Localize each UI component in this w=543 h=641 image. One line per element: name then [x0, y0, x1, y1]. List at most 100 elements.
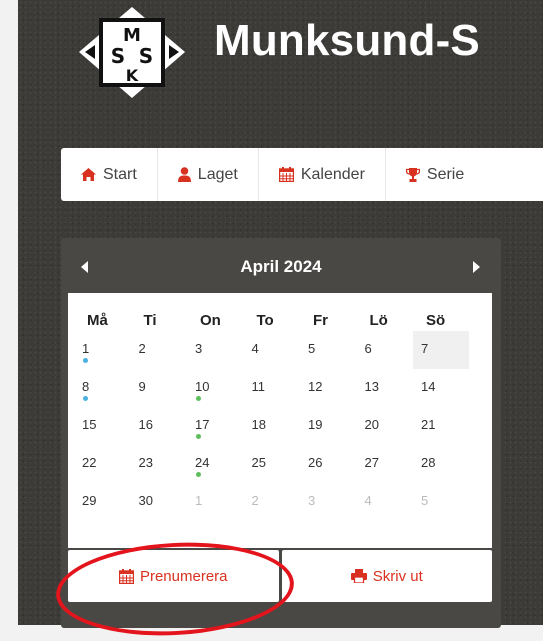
day-number: 14: [421, 379, 436, 394]
calendar-day[interactable]: 19: [300, 407, 356, 445]
event-dot: [196, 396, 201, 401]
print-button[interactable]: Skriv ut: [281, 550, 492, 602]
calendar-day[interactable]: 1: [187, 483, 243, 521]
calendar-day[interactable]: 1: [74, 331, 130, 369]
weekday-label: Fr: [313, 312, 328, 329]
event-dot: [83, 358, 88, 363]
calendar-day[interactable]: 12: [300, 369, 356, 407]
weekday-label: Lö: [369, 312, 388, 329]
club-logo[interactable]: M S S K: [77, 5, 187, 100]
calendar-day[interactable]: 14: [413, 369, 469, 407]
next-month-button[interactable]: [472, 258, 480, 278]
site-title[interactable]: Munksund-S: [214, 16, 480, 66]
calendar-icon: [278, 167, 294, 182]
calendar-day[interactable]: 5: [300, 331, 356, 369]
day-number: 1: [82, 341, 90, 356]
calendar-icon: [118, 568, 134, 584]
calendar-header: April 2024: [61, 238, 501, 293]
day-number: 19: [308, 417, 323, 432]
calendar-widget: April 2024 Må Ti On To Fr Lö Sö 12345678…: [61, 238, 501, 628]
day-number: 11: [251, 379, 266, 394]
calendar-grid: Må Ti On To Fr Lö Sö 1 2 3 4 5 6 7 8 9 10 11 12 13 14…: [68, 293, 492, 548]
day-number: 30: [138, 493, 153, 508]
print-label: Skriv ut: [372, 567, 423, 585]
calendar-day[interactable]: 25: [244, 445, 300, 483]
calendar-day[interactable]: 16: [131, 407, 187, 445]
day-number: 7: [421, 341, 429, 356]
nav-item-label: Laget: [197, 165, 238, 183]
calendar-day[interactable]: 30: [131, 483, 187, 521]
svg-text:S: S: [111, 44, 125, 68]
calendar-day[interactable]: 10: [187, 369, 243, 407]
weekday-header: Må Ti On To Fr Lö Sö: [68, 312, 492, 329]
calendar-day[interactable]: 26: [300, 445, 356, 483]
nav-item-start[interactable]: Start: [61, 148, 158, 201]
calendar-day[interactable]: 9: [131, 369, 187, 407]
calendar-day[interactable]: 3: [300, 483, 356, 521]
calendar-day[interactable]: 8: [74, 369, 130, 407]
day-number: 2: [138, 341, 146, 356]
calendar-day[interactable]: 4: [244, 331, 300, 369]
day-number: 27: [364, 455, 379, 470]
user-icon: [177, 167, 191, 182]
day-number: 2: [251, 493, 259, 508]
calendar-day[interactable]: 21: [413, 407, 469, 445]
calendar-day[interactable]: 2: [131, 331, 187, 369]
svg-text:M: M: [123, 25, 141, 46]
day-number: 22: [82, 455, 97, 470]
nav-item-label: Start: [103, 165, 137, 183]
day-number: 5: [421, 493, 429, 508]
weekday-label: Må: [87, 312, 108, 329]
day-number: 10: [195, 379, 210, 394]
calendar-day[interactable]: 4: [357, 483, 413, 521]
caret-right-icon: [473, 261, 480, 273]
day-number: 4: [364, 493, 372, 508]
day-number: 21: [421, 417, 436, 432]
event-dot: [196, 472, 201, 477]
home-icon: [81, 168, 96, 181]
calendar-footer: Prenumerera Skriv ut: [68, 550, 492, 602]
calendar-day[interactable]: 15: [74, 407, 130, 445]
day-number: 23: [138, 455, 153, 470]
svg-text:S: S: [139, 44, 153, 68]
calendar-day[interactable]: 22: [74, 445, 130, 483]
calendar-day[interactable]: 11: [244, 369, 300, 407]
day-number: 3: [308, 493, 316, 508]
weekday-label: On: [200, 312, 221, 329]
subscribe-label: Prenumerera: [139, 567, 228, 585]
day-number: 16: [138, 417, 153, 432]
day-number: 15: [82, 417, 97, 432]
calendar-day[interactable]: 13: [357, 369, 413, 407]
day-number: 8: [82, 379, 90, 394]
nav-item-laget[interactable]: Laget: [158, 148, 259, 201]
calendar-day[interactable]: 6: [357, 331, 413, 369]
calendar-day[interactable]: 23: [131, 445, 187, 483]
day-number: 6: [364, 341, 372, 356]
day-number: 24: [195, 455, 210, 470]
nav-item-kalender[interactable]: Kalender: [259, 148, 386, 201]
calendar-day[interactable]: 28: [413, 445, 469, 483]
main-navigation: Start Laget Kalender Serie: [61, 148, 543, 201]
calendar-day[interactable]: 18: [244, 407, 300, 445]
calendar-day[interactable]: 20: [357, 407, 413, 445]
day-number: 12: [308, 379, 323, 394]
subscribe-button[interactable]: Prenumerera: [68, 550, 279, 602]
svg-text:K: K: [126, 66, 139, 85]
nav-item-label: Kalender: [300, 165, 365, 183]
calendar-day[interactable]: 5: [413, 483, 469, 521]
day-number: 26: [308, 455, 323, 470]
calendar-day[interactable]: 7: [413, 331, 469, 369]
calendar-day[interactable]: 29: [74, 483, 130, 521]
nav-item-serie[interactable]: Serie: [386, 148, 484, 201]
calendar-day[interactable]: 17: [187, 407, 243, 445]
day-number: 25: [251, 455, 266, 470]
calendar-day[interactable]: 27: [357, 445, 413, 483]
calendar-day[interactable]: 3: [187, 331, 243, 369]
day-number: 20: [364, 417, 379, 432]
weekday-label: Ti: [143, 312, 157, 329]
trophy-icon: [405, 167, 420, 182]
calendar-day[interactable]: 2: [244, 483, 300, 521]
calendar-day[interactable]: 24: [187, 445, 243, 483]
weekday-label: Sö: [426, 312, 446, 329]
print-icon: [350, 569, 367, 583]
